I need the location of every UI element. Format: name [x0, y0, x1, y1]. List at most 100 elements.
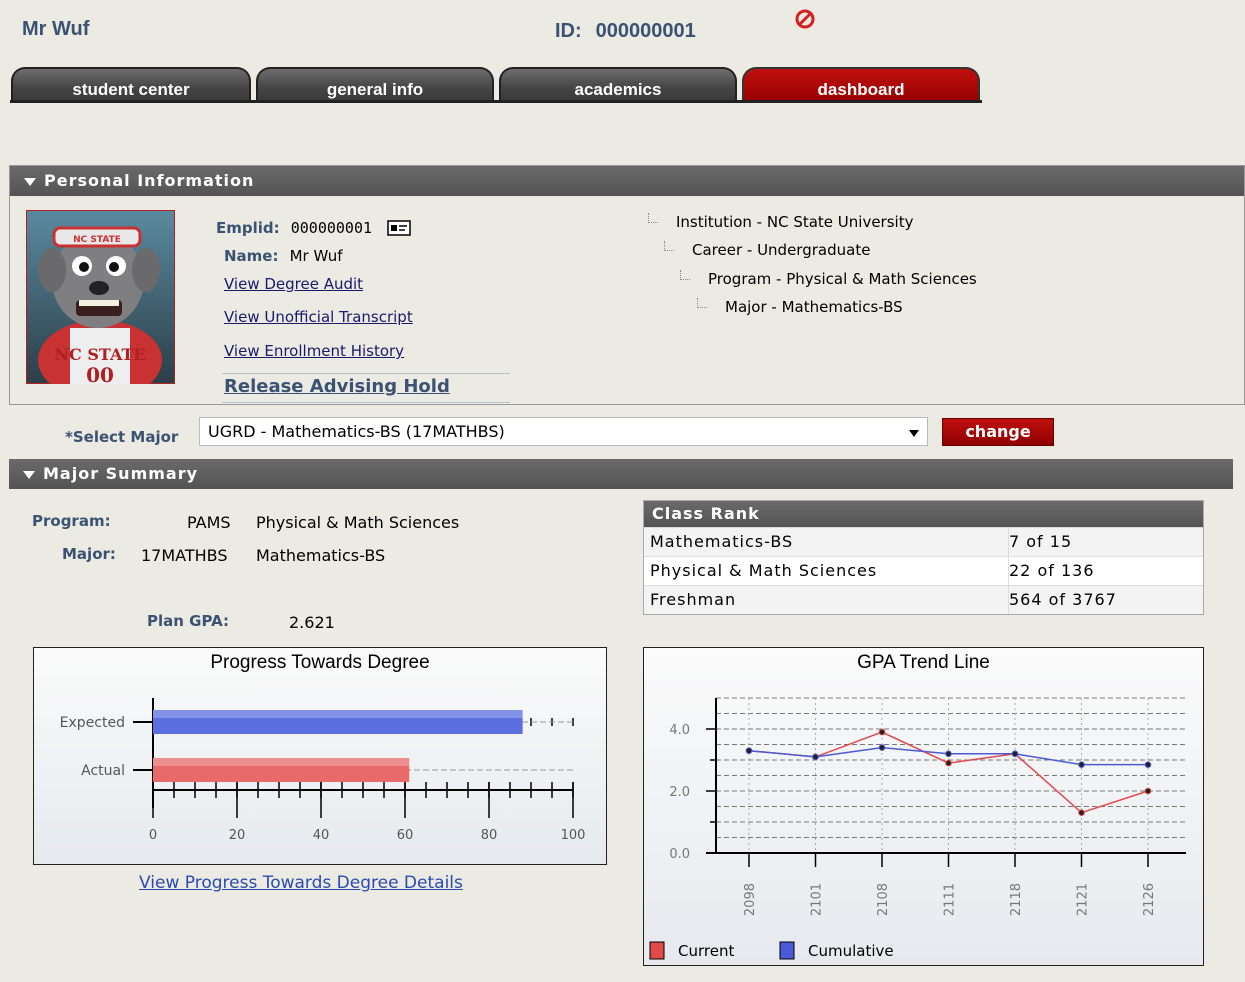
class-rank-row-value: 7 of 15 [1008, 528, 1072, 556]
tree-connector-icon [648, 213, 658, 223]
tree-connector-icon [697, 298, 707, 308]
gpa-point [878, 744, 886, 751]
class-rank-row-label: Freshman [650, 590, 737, 609]
gpa-point [878, 728, 886, 736]
personal-information-title: Personal Information [44, 171, 255, 190]
tree-program: Program - Physical & Math Sciences [680, 270, 977, 288]
select-major-label: *Select Major [65, 428, 179, 446]
view-enrollment-history-link[interactable]: View Enrollment History [224, 342, 404, 360]
tree-career: Career - Undergraduate [664, 241, 870, 259]
class-rank-row-label: Mathematics-BS [650, 532, 794, 551]
major-summary-title: Major Summary [43, 464, 199, 483]
tab-academics[interactable]: academics [499, 67, 737, 101]
legend-label: Cumulative [808, 942, 894, 960]
plan-gpa-value: 2.621 [289, 613, 335, 632]
tab-underline [10, 100, 982, 103]
legend-swatch [779, 941, 795, 960]
gpa-y-tick-label: 0.0 [669, 847, 690, 862]
legend-swatch [649, 941, 665, 960]
tab-dashboard[interactable]: dashboard [742, 67, 980, 101]
tab-student-center[interactable]: student center [11, 67, 251, 101]
plan-gpa-label: Plan GPA: [147, 612, 229, 630]
class-rank-row: Freshman 564 of 3767 [644, 585, 1203, 614]
select-major-value: UGRD - Mathematics-BS (17MATHBS) [208, 422, 505, 441]
emplid-value: 000000001 [290, 219, 373, 237]
bar-highlight [153, 710, 523, 718]
gpa-point [1078, 809, 1085, 816]
gpa-x-tick-label: 2101 [810, 883, 825, 916]
personal-information-section: Personal Information [9, 165, 1245, 405]
gpa-point [1011, 750, 1019, 758]
progress-x-tick-label: 0 [149, 828, 157, 843]
gpa-x-tick-label: 2108 [876, 883, 891, 916]
class-rank-row-value: 564 of 3767 [1008, 586, 1117, 614]
class-rank-row-value: 22 of 136 [1008, 557, 1095, 585]
gpa-point [1144, 787, 1152, 795]
collapse-triangle-icon [23, 470, 35, 479]
progress-x-tick-label: 80 [481, 828, 498, 843]
link-separator-bottom [222, 402, 510, 403]
gpa-point [1144, 761, 1152, 768]
progress-chart: Progress Towards Degree 0 20 40 60 80 100 Expe… [33, 647, 607, 865]
progress-category-label: Actual [81, 763, 125, 779]
gpa-x-tick-label: 2111 [943, 883, 958, 916]
major-name: Mathematics-BS [256, 546, 386, 565]
student-name-header: Mr Wuf [22, 18, 90, 40]
id-card-icon[interactable] [387, 220, 411, 236]
class-rank-row-label: Physical & Math Sciences [650, 561, 878, 580]
dropdown-arrow-icon [909, 430, 919, 437]
change-button[interactable]: change [942, 418, 1054, 446]
name-row: Name: Mr Wuf [224, 246, 343, 265]
tree-connector-icon [680, 270, 690, 280]
program-code: PAMS [187, 513, 231, 532]
name-label: Name: [224, 247, 279, 265]
legend-label: Current [678, 942, 734, 960]
class-rank-table: Class Rank Mathematics-BS 7 of 15 Physical… [643, 500, 1204, 615]
major-summary-header[interactable]: Major Summary [9, 459, 1233, 489]
gpa-x-tick-label: 2098 [743, 883, 758, 916]
view-degree-audit-link[interactable]: View Degree Audit [224, 275, 363, 293]
bar-highlight [153, 758, 410, 766]
gpa-chart-svg: 0.0 2.0 4.0 2098 2101 2108 2111 2118 2121 2126 Cur… [649, 697, 1186, 960]
class-rank-title: Class Rank [644, 501, 1203, 527]
tab-general-info[interactable]: general info [256, 67, 494, 101]
id-label: ID: [555, 20, 582, 42]
tree-major: Major - Mathematics-BS [697, 298, 903, 316]
student-photo: NC STATE 00 NC STATE [26, 210, 175, 384]
class-rank-row: Mathematics-BS 7 of 15 [644, 527, 1203, 556]
svg-text:00: 00 [86, 363, 114, 384]
view-unofficial-transcript-link[interactable]: View Unofficial Transcript [224, 308, 413, 326]
progress-chart-svg: 0 20 40 60 80 100 Expected Actual [60, 698, 586, 843]
progress-x-tick-label: 100 [561, 828, 586, 843]
gpa-y-tick-label: 2.0 [669, 785, 690, 800]
emplid-label: Emplid: [216, 219, 280, 237]
gpa-point [945, 759, 952, 767]
link-separator [222, 373, 510, 374]
progress-x-tick-label: 60 [397, 828, 414, 843]
program-label: Program: [32, 512, 111, 530]
gpa-x-tick-label: 2121 [1076, 883, 1091, 916]
gpa-point [812, 753, 819, 761]
gpa-point [945, 750, 952, 758]
select-major-dropdown[interactable]: UGRD - Mathematics-BS (17MATHBS) [199, 417, 928, 446]
gpa-point [1078, 761, 1085, 768]
no-entry-icon[interactable] [794, 8, 816, 30]
svg-text:NC STATE: NC STATE [54, 345, 145, 364]
tree-institution: Institution - NC State University [648, 213, 913, 231]
emplid-row: Emplid: 000000001 [216, 218, 411, 237]
release-advising-hold-link[interactable]: Release Advising Hold [224, 376, 450, 397]
collapse-triangle-icon [24, 177, 36, 186]
name-value: Mr Wuf [289, 247, 343, 265]
gpa-trend-chart: GPA Trend Line 0.0 2.0 4.0 2098 2101 2108 2111… [643, 647, 1204, 966]
gpa-x-tick-label: 2118 [1009, 883, 1024, 916]
program-name: Physical & Math Sciences [256, 513, 460, 532]
personal-information-header[interactable]: Personal Information [10, 166, 1244, 196]
view-progress-details-link[interactable]: View Progress Towards Degree Details [139, 873, 463, 893]
svg-text:NC STATE: NC STATE [73, 235, 121, 245]
progress-x-tick-label: 40 [313, 828, 330, 843]
major-label: Major: [62, 545, 116, 563]
gpa-x-tick-label: 2126 [1142, 883, 1157, 916]
gpa-point [745, 747, 753, 754]
class-rank-row: Physical & Math Sciences 22 of 136 [644, 556, 1203, 585]
progress-category-label: Expected [60, 715, 125, 731]
